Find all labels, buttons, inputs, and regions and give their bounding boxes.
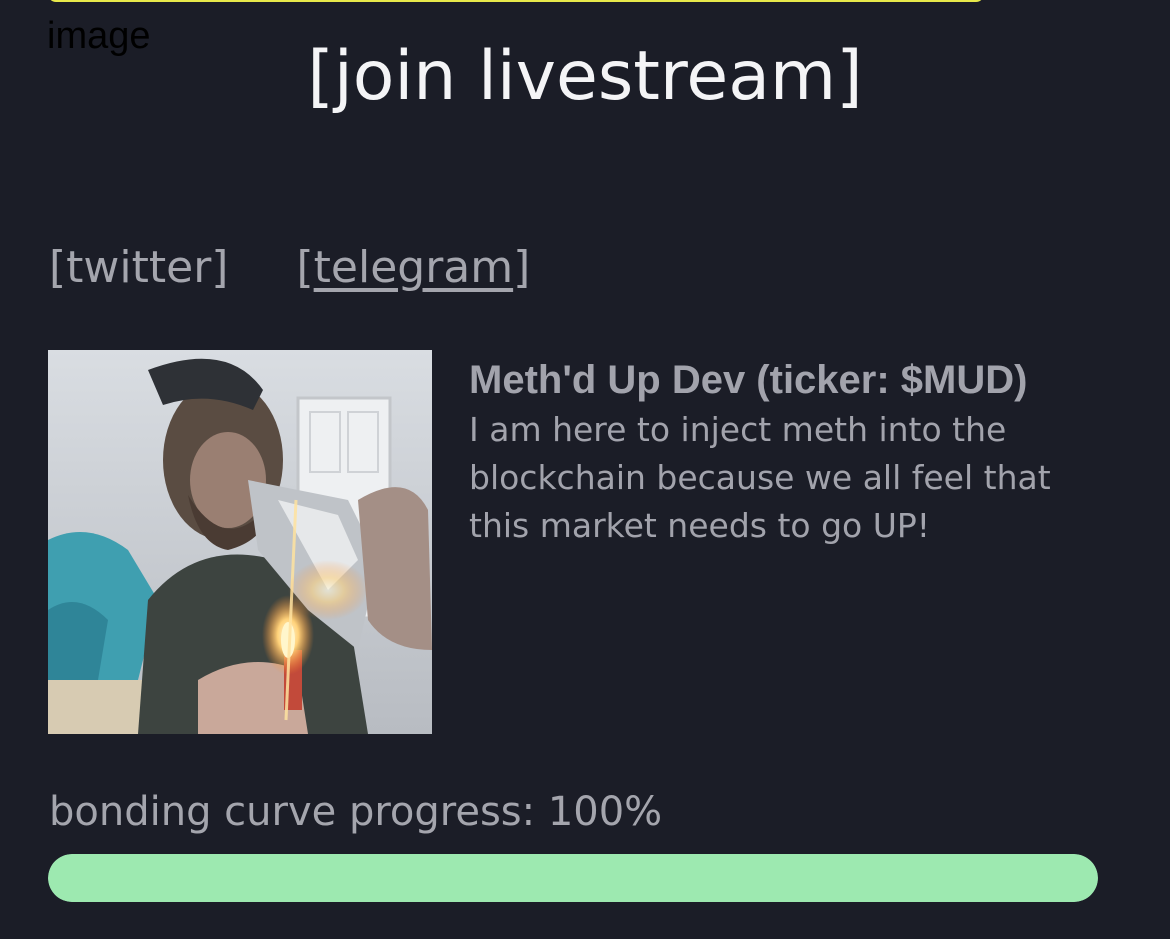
token-photo-illustration xyxy=(48,350,432,734)
bonding-curve-progress-bar xyxy=(48,854,1098,902)
top-outline-bar xyxy=(48,0,984,2)
bonding-curve-progress-fill xyxy=(48,854,1098,902)
bonding-curve-progress-label: bonding curve progress: 100% xyxy=(49,789,663,835)
social-links: [twitter] [telegram] xyxy=(49,240,530,296)
token-image[interactable] xyxy=(48,350,432,734)
telegram-open-bracket: [ xyxy=(296,242,314,293)
telegram-link-text: telegram xyxy=(313,242,514,293)
telegram-close-bracket: ] xyxy=(513,242,531,293)
twitter-link[interactable]: [twitter] xyxy=(49,242,228,293)
token-info: Meth'd Up Dev (ticker: $MUD) I am here t… xyxy=(469,354,1109,550)
join-livestream-link[interactable]: [join livestream] xyxy=(0,36,1170,118)
token-description: I am here to inject meth into the blockc… xyxy=(469,410,1051,545)
telegram-link[interactable]: [telegram] xyxy=(296,242,530,293)
token-name: Meth'd Up Dev (ticker: $MUD) xyxy=(469,358,1028,402)
